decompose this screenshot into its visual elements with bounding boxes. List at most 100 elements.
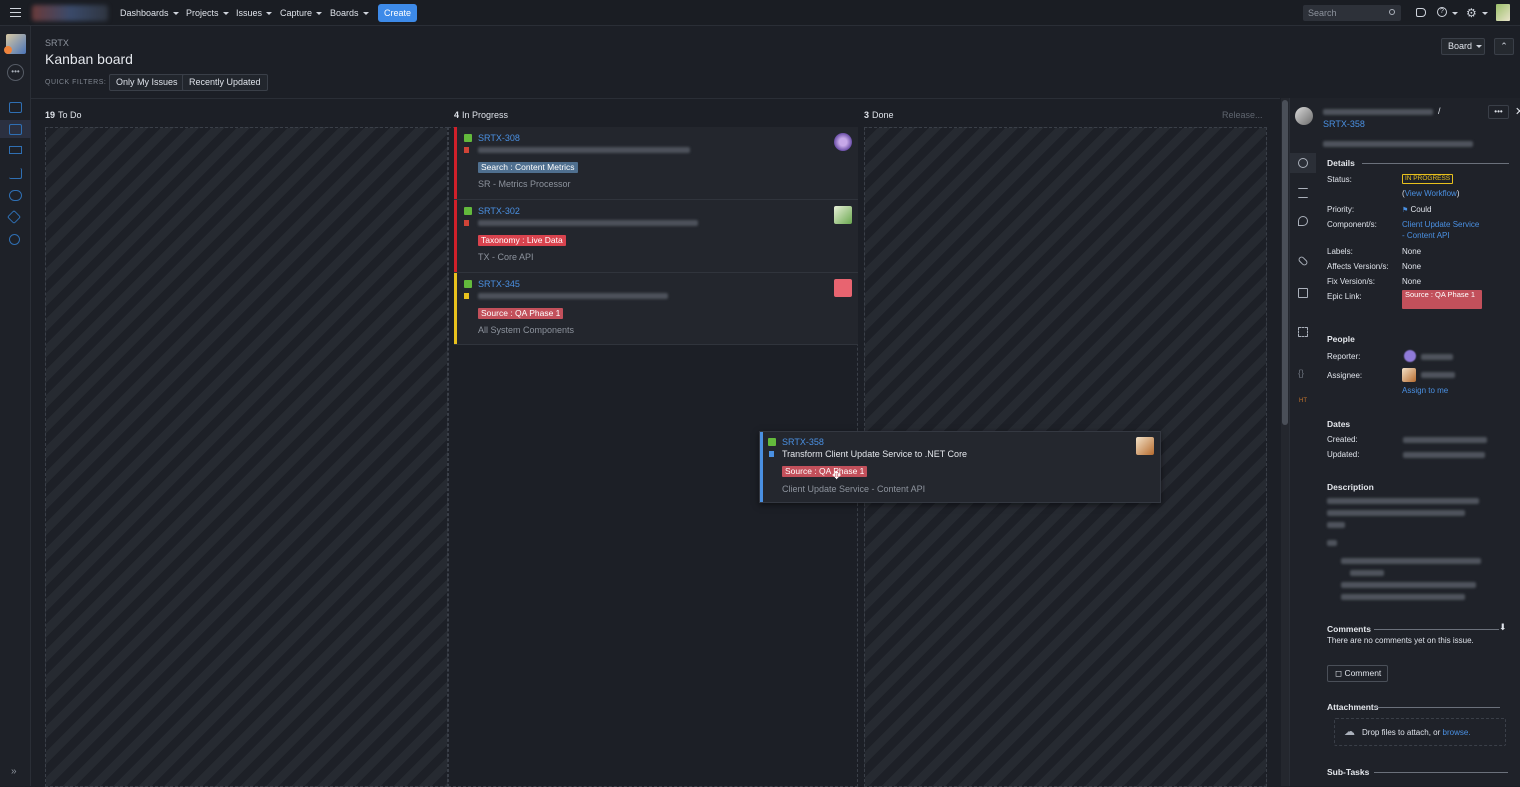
create-button[interactable]: Create xyxy=(378,4,417,22)
backlog-icon[interactable] xyxy=(9,102,22,113)
issue-card[interactable]: SRTX-302 Taxonomy : Live Data TX - Core … xyxy=(454,200,858,273)
comment-button[interactable]: ◻ Comment xyxy=(1327,665,1388,682)
more-actions-button[interactable]: ••• xyxy=(1488,105,1509,119)
sort-comments-icon[interactable]: ⬇ xyxy=(1499,622,1507,633)
dates-section-title[interactable]: Dates xyxy=(1327,419,1350,429)
issue-key-link[interactable]: SRTX-358 xyxy=(1323,119,1365,129)
board-header: SRTX Kanban board QUICK FILTERS: Only My… xyxy=(31,26,1520,98)
filter-only-my-issues-button[interactable]: Only My Issues xyxy=(109,74,185,91)
attachments-dropzone[interactable]: ☁ Drop files to attach, or browse. xyxy=(1334,718,1506,746)
reports-icon[interactable] xyxy=(9,168,22,179)
chevron-down-icon xyxy=(1482,12,1488,15)
issue-key[interactable]: SRTX-358 xyxy=(782,437,824,447)
issue-card[interactable]: SRTX-308 Search : Content Metrics SR - M… xyxy=(454,127,858,200)
description-icon[interactable] xyxy=(1298,188,1308,198)
breadcrumb[interactable]: SRTX xyxy=(45,38,69,48)
issue-component: TX - Core API xyxy=(478,252,534,262)
epic-tag: Source : QA Phase 1 xyxy=(782,466,868,477)
priority-value[interactable]: ⚑ Could xyxy=(1402,205,1431,214)
story-icon xyxy=(464,207,472,215)
expand-sidebar-icon[interactable]: » xyxy=(11,766,17,777)
issue-card[interactable]: SRTX-345 Source : QA Phase 1 All System … xyxy=(454,273,858,345)
assignee-avatar[interactable] xyxy=(1402,368,1416,382)
priority-flag-icon xyxy=(769,451,774,457)
search-input[interactable]: Search xyxy=(1303,5,1401,21)
dragging-issue-card[interactable]: SRTX-358 Transform Client Update Service… xyxy=(759,431,1161,503)
assignee-avatar[interactable] xyxy=(834,133,852,151)
component-link[interactable]: Client Update Service xyxy=(1402,220,1479,229)
gear-icon[interactable]: ⚙ xyxy=(1466,6,1477,20)
view-workflow-link[interactable]: (View Workflow) xyxy=(1402,189,1460,198)
issue-key[interactable]: SRTX-308 xyxy=(478,133,520,143)
people-section-title[interactable]: People xyxy=(1327,334,1355,344)
notification-dot xyxy=(4,46,12,54)
description-text-blurred xyxy=(1327,522,1345,528)
info-icon[interactable] xyxy=(1298,158,1308,168)
releases-icon[interactable] xyxy=(9,146,22,154)
parent-breadcrumb-blurred[interactable] xyxy=(1323,109,1433,115)
fix-versions-value[interactable]: None xyxy=(1402,277,1421,286)
status-badge[interactable]: IN PROGRESS xyxy=(1402,174,1454,184)
board-menu-button[interactable]: Board xyxy=(1441,38,1485,55)
issue-key[interactable]: SRTX-302 xyxy=(478,206,520,216)
nav-boards[interactable]: Boards xyxy=(330,0,369,26)
priority-flag-icon xyxy=(464,220,469,226)
filter-recently-updated-button[interactable]: Recently Updated xyxy=(182,74,268,91)
subtasks-section-title[interactable]: Sub-Tasks xyxy=(1327,767,1369,777)
reporter-name-blurred[interactable] xyxy=(1421,354,1453,360)
comment-icon[interactable] xyxy=(1298,216,1308,226)
epic-tag: Source : QA Phase 1 xyxy=(478,308,564,319)
description-text-blurred xyxy=(1327,540,1337,546)
settings-icon[interactable] xyxy=(9,234,20,245)
attachment-icon[interactable] xyxy=(1297,255,1309,267)
scrollbar-thumb[interactable] xyxy=(1282,100,1288,425)
labels-value[interactable]: None xyxy=(1402,247,1421,256)
affects-versions-value[interactable]: None xyxy=(1402,262,1421,271)
assignee-avatar[interactable] xyxy=(834,279,852,297)
priority-bar xyxy=(454,200,457,272)
logo[interactable] xyxy=(32,5,108,21)
issue-component: SR - Metrics Processor xyxy=(478,179,571,189)
assignee-avatar[interactable] xyxy=(1136,437,1154,455)
help-icon[interactable]: ? xyxy=(1437,7,1447,17)
details-section-title[interactable]: Details xyxy=(1327,158,1355,168)
browse-link[interactable]: browse. xyxy=(1443,728,1471,737)
nav-projects[interactable]: Projects xyxy=(186,0,229,26)
code-icon[interactable]: {} xyxy=(1298,368,1304,378)
components-icon[interactable] xyxy=(6,209,22,225)
nav-issues[interactable]: Issues xyxy=(236,0,273,26)
reporter-avatar[interactable] xyxy=(1404,350,1416,362)
subtasks-icon[interactable] xyxy=(1298,288,1308,298)
epic-tag: Taxonomy : Live Data xyxy=(478,235,566,246)
component-link-2[interactable]: - Content API xyxy=(1402,231,1450,240)
chevron-down-icon xyxy=(1452,12,1458,15)
description-list-blurred xyxy=(1341,594,1465,600)
assign-to-me-link[interactable]: Assign to me xyxy=(1402,386,1448,395)
kanban-board-icon[interactable] xyxy=(9,124,22,135)
comments-section-title[interactable]: Comments xyxy=(1327,624,1371,634)
collapse-header-icon[interactable]: ⌃ xyxy=(1494,38,1514,55)
close-icon[interactable]: ✕ xyxy=(1515,105,1520,118)
epic-link-tag[interactable]: Source : QA Phase 1 xyxy=(1402,290,1482,309)
story-icon xyxy=(464,280,472,288)
reporter-label: Reporter: xyxy=(1327,352,1361,361)
description-section-title[interactable]: Description xyxy=(1327,482,1374,492)
hamburger-menu-icon[interactable] xyxy=(10,8,21,17)
assignee-name-blurred[interactable] xyxy=(1421,372,1455,378)
nav-dashboards[interactable]: Dashboards xyxy=(120,0,179,26)
release-link[interactable]: Release... xyxy=(1222,110,1263,120)
attachments-section-title[interactable]: Attachments xyxy=(1327,702,1378,712)
nav-capture[interactable]: Capture xyxy=(280,0,323,26)
search-icon[interactable] xyxy=(1389,9,1395,15)
feedback-icon[interactable] xyxy=(9,190,22,201)
column-todo[interactable] xyxy=(45,127,448,787)
notifications-icon[interactable] xyxy=(1416,8,1426,17)
user-avatar[interactable] xyxy=(1496,4,1510,21)
assignee-avatar[interactable] xyxy=(834,206,852,224)
more-icon[interactable]: ••• xyxy=(7,64,24,81)
capture-icon[interactable] xyxy=(1298,327,1308,337)
issue-key[interactable]: SRTX-345 xyxy=(478,279,520,289)
affects-versions-label: Affects Version/s: xyxy=(1327,262,1389,271)
tempo-icon[interactable]: HT xyxy=(1299,398,1307,404)
priority-bar xyxy=(760,432,763,502)
